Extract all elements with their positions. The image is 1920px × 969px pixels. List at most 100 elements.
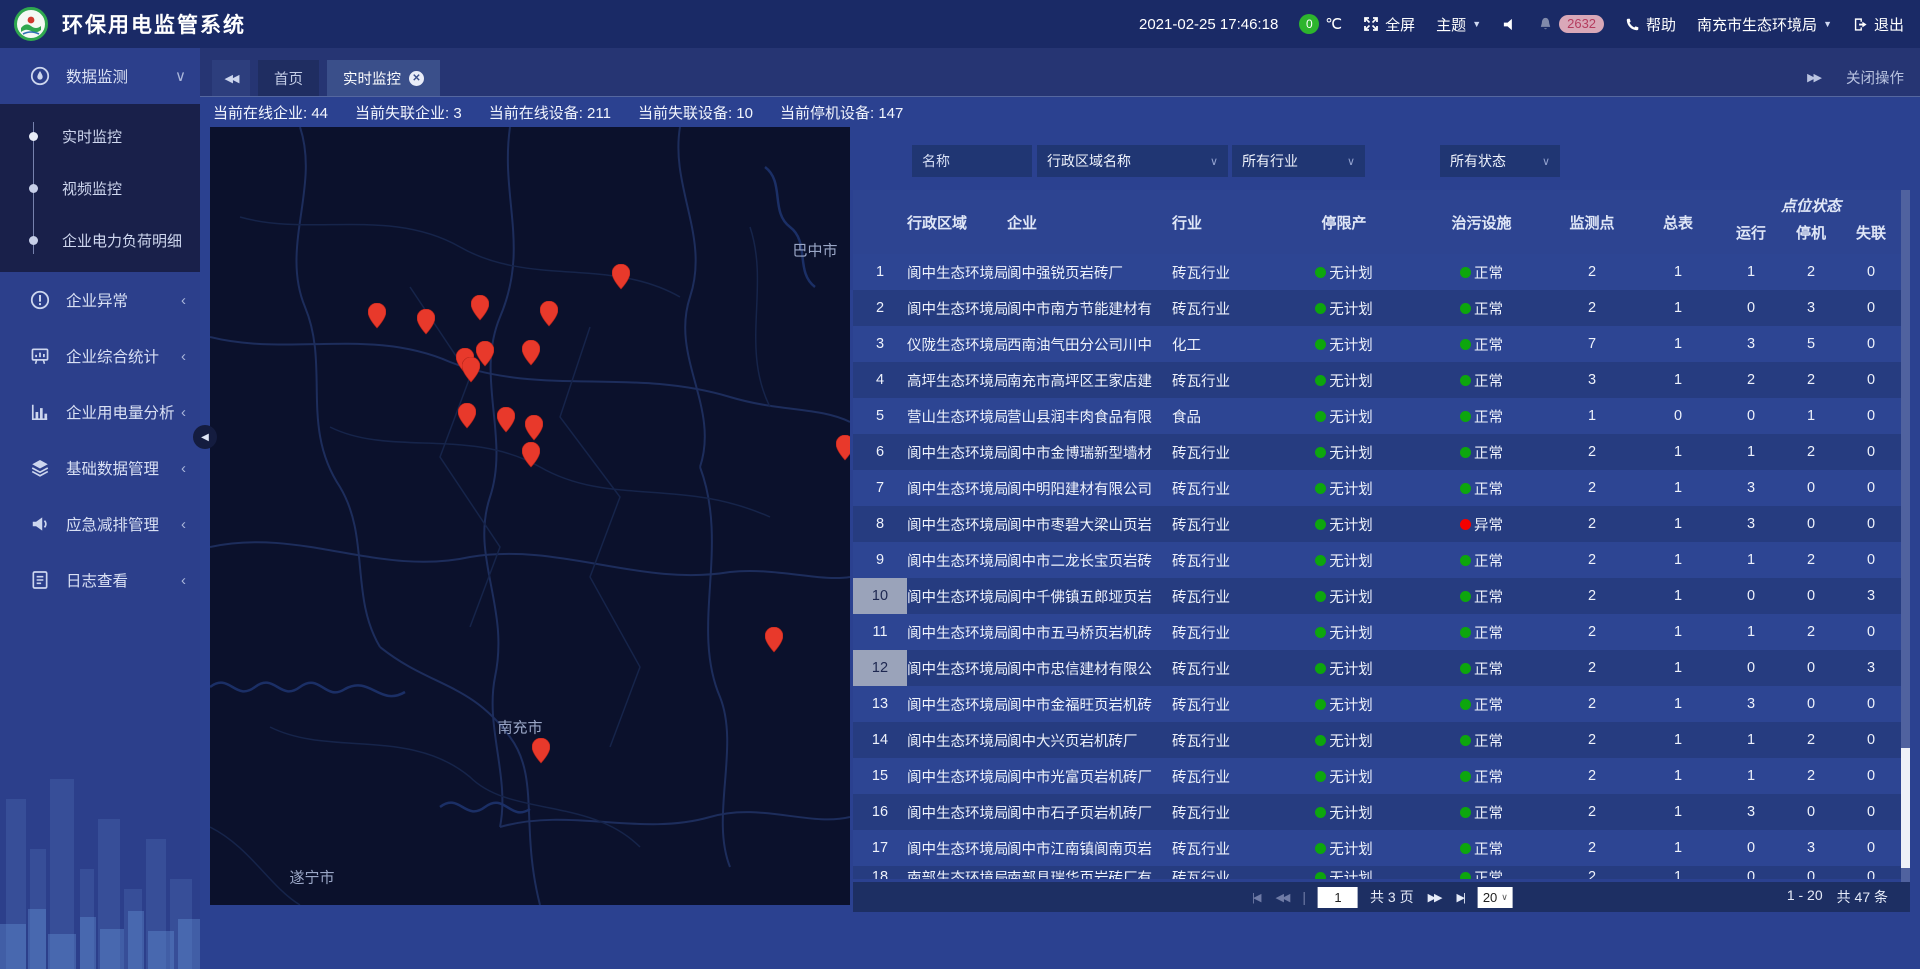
total-meters-cell: 1 — [1635, 470, 1721, 506]
table-row[interactable]: 14阆中生态环境局阆中大兴页岩机砖厂砖瓦行业无计划正常21120 — [853, 722, 1901, 758]
map-pin-icon[interactable] — [612, 264, 630, 290]
chevron-down-icon: ∨ — [1534, 155, 1550, 168]
tabs-scroll-right-button[interactable]: ▶▶ — [1807, 71, 1820, 84]
map-canvas[interactable]: 巴中市南充市遂宁市 — [210, 127, 850, 905]
logout-icon — [1853, 17, 1868, 32]
pollution-facility-cell: 正常 — [1414, 614, 1549, 650]
notifications-button[interactable]: 2632 — [1538, 15, 1604, 33]
table-row[interactable]: 15阆中生态环境局阆中市光富页岩机砖厂砖瓦行业无计划正常21120 — [853, 758, 1901, 794]
map-pin-icon[interactable] — [417, 309, 435, 335]
tab-close-icon[interactable]: ✕ — [409, 71, 424, 86]
monitor-points-cell: 2 — [1549, 542, 1635, 578]
sound-button[interactable] — [1502, 17, 1517, 32]
help-label: 帮助 — [1646, 14, 1676, 35]
map-pin-icon[interactable] — [532, 738, 550, 764]
map-pin-icon[interactable] — [540, 301, 558, 327]
board-icon — [30, 346, 50, 366]
chevron-left-icon: ‹ — [181, 292, 186, 309]
sidebar-item-6[interactable]: 日志查看‹ — [0, 552, 200, 608]
horn-icon — [30, 514, 50, 534]
table-row[interactable]: 12阆中生态环境局阆中市忠信建材有限公砖瓦行业无计划正常21003 — [853, 650, 1901, 686]
map-pin-icon[interactable] — [836, 435, 850, 461]
table-row[interactable]: 6阆中生态环境局阆中市金博瑞新型墙材砖瓦行业无计划正常21120 — [853, 434, 1901, 470]
table-row[interactable]: 3仪陇生态环境局西南油气田分公司川中化工无计划正常71350 — [853, 326, 1901, 362]
table-row[interactable]: 11阆中生态环境局阆中市五马桥页岩机砖砖瓦行业无计划正常21120 — [853, 614, 1901, 650]
table-row[interactable]: 16阆中生态环境局阆中市石子页岩机砖厂砖瓦行业无计划正常21300 — [853, 794, 1901, 830]
map-pin-icon[interactable] — [471, 295, 489, 321]
tab-label: 首页 — [274, 68, 303, 89]
stopped-count-cell: 5 — [1781, 326, 1841, 362]
lost-count-cell: 0 — [1841, 362, 1901, 398]
map-pin-icon[interactable] — [368, 303, 386, 329]
table-row[interactable]: 9阆中生态环境局阆中市二龙长宝页岩砖砖瓦行业无计划正常21120 — [853, 542, 1901, 578]
fullscreen-button[interactable]: 全屏 — [1363, 14, 1415, 35]
prev-page-button[interactable]: ◀◀ — [1273, 891, 1290, 904]
map-pin-icon[interactable] — [525, 415, 543, 441]
close-operations-button[interactable]: 关闭操作 — [1846, 67, 1904, 88]
chevron-down-icon: ∨ — [1501, 892, 1508, 903]
filter-row: 行政区域名称 ∨ 所有行业 ∨ 所有状态 ∨ — [912, 145, 1560, 177]
row-index-cell: 18 — [853, 866, 907, 879]
table-scrollbar[interactable] — [1901, 190, 1910, 882]
org-dropdown[interactable]: 南充市生态环境局 ▼ — [1697, 14, 1832, 35]
page-number-input[interactable] — [1318, 887, 1358, 908]
tab-0[interactable]: 首页 — [258, 60, 319, 96]
table-row[interactable]: 10阆中生态环境局阆中千佛镇五郎垭页岩砖瓦行业无计划正常21003 — [853, 578, 1901, 614]
sidebar-item-5[interactable]: 应急减排管理‹ — [0, 496, 200, 552]
scrollbar-thumb[interactable] — [1901, 748, 1910, 868]
logout-button[interactable]: 退出 — [1853, 14, 1904, 35]
map-pin-icon[interactable] — [462, 357, 480, 383]
theme-dropdown[interactable]: 主题 ▼ — [1436, 14, 1481, 35]
table-row[interactable]: 17阆中生态环境局阆中市江南镇阆南页岩砖瓦行业无计划正常21030 — [853, 830, 1901, 866]
top-header-bar: 环保用电监管系统 2021-02-25 17:46:18 0 ℃ 全屏 主题 ▼ — [0, 0, 1920, 48]
status-dot-green — [1460, 267, 1471, 278]
help-button[interactable]: 帮助 — [1625, 14, 1676, 35]
map-pin-icon[interactable] — [765, 627, 783, 653]
table-row[interactable]: 13阆中生态环境局阆中市金福旺页岩机砖砖瓦行业无计划正常21300 — [853, 686, 1901, 722]
status-select[interactable]: 所有状态 ∨ — [1440, 145, 1560, 177]
sidebar-subitem[interactable]: 实时监控 — [0, 110, 200, 162]
sidebar-subitem-label: 视频监控 — [62, 178, 122, 199]
sidebar-subitem[interactable]: 视频监控 — [0, 162, 200, 214]
first-page-button[interactable]: |◀ — [1250, 891, 1261, 904]
total-meters-cell: 1 — [1635, 362, 1721, 398]
table-row[interactable]: 18南部生态环境局南部县瑞华页岩砖厂有砖瓦行业无计划正常21000 — [853, 866, 1901, 879]
next-page-button[interactable]: ▶▶ — [1426, 891, 1443, 904]
table-row[interactable]: 2阆中生态环境局阆中市南方节能建材有砖瓦行业无计划正常21030 — [853, 290, 1901, 326]
chevron-left-icon: ‹ — [181, 516, 186, 533]
sidebar-collapse-toggle[interactable]: ◀ — [193, 425, 217, 449]
sidebar-item-3[interactable]: 企业用电量分析‹ — [0, 384, 200, 440]
tab-1[interactable]: 实时监控✕ — [327, 60, 440, 96]
lost-count-cell: 0 — [1841, 866, 1901, 879]
table-row[interactable]: 8阆中生态环境局阆中市枣碧大梁山页岩砖瓦行业无计划异常21300 — [853, 506, 1901, 542]
tabs-scroll-left-button[interactable]: ◀◀ — [212, 60, 250, 96]
layers-icon — [30, 458, 50, 478]
status-dot-green — [1460, 771, 1471, 782]
sidebar-item-1[interactable]: 企业异常‹ — [0, 272, 200, 328]
table-row[interactable]: 4高坪生态环境局南充市高坪区王家店建砖瓦行业无计划正常31220 — [853, 362, 1901, 398]
stopped-count-cell: 0 — [1781, 506, 1841, 542]
table-row[interactable]: 5营山生态环境局营山县润丰肉食品有限食品无计划正常10010 — [853, 398, 1901, 434]
row-index-cell: 12 — [853, 650, 907, 686]
region-select[interactable]: 行政区域名称 ∨ — [1037, 145, 1228, 177]
page-size-select[interactable]: 20 ∨ — [1478, 887, 1513, 908]
table-row[interactable]: 1阆中生态环境局阆中强锐页岩砖厂砖瓦行业无计划正常21120 — [853, 254, 1901, 290]
sidebar-item-4[interactable]: 基础数据管理‹ — [0, 440, 200, 496]
status-dot-green — [1315, 771, 1326, 782]
map-pin-icon[interactable] — [522, 442, 540, 468]
industry-select[interactable]: 所有行业 ∨ — [1232, 145, 1365, 177]
running-count-cell: 0 — [1721, 578, 1781, 614]
sidebar-subitem[interactable]: 企业电力负荷明细 — [0, 214, 200, 266]
status-dot-green — [1315, 267, 1326, 278]
sidebar-item-2[interactable]: 企业综合统计‹ — [0, 328, 200, 384]
table-row[interactable]: 7阆中生态环境局阆中明阳建材有限公司砖瓦行业无计划正常21300 — [853, 470, 1901, 506]
last-page-button[interactable]: ▶| — [1455, 891, 1466, 904]
sidebar-item-0[interactable]: 数据监测∨ — [0, 48, 200, 104]
stopped-count-cell: 0 — [1781, 866, 1841, 879]
industry-cell: 食品 — [1172, 398, 1274, 434]
map-pin-icon[interactable] — [458, 403, 476, 429]
map-pin-icon[interactable] — [522, 340, 540, 366]
map-pin-icon[interactable] — [497, 407, 515, 433]
name-search-input[interactable] — [912, 145, 1032, 177]
app-root: 环保用电监管系统 2021-02-25 17:46:18 0 ℃ 全屏 主题 ▼ — [0, 0, 1920, 969]
